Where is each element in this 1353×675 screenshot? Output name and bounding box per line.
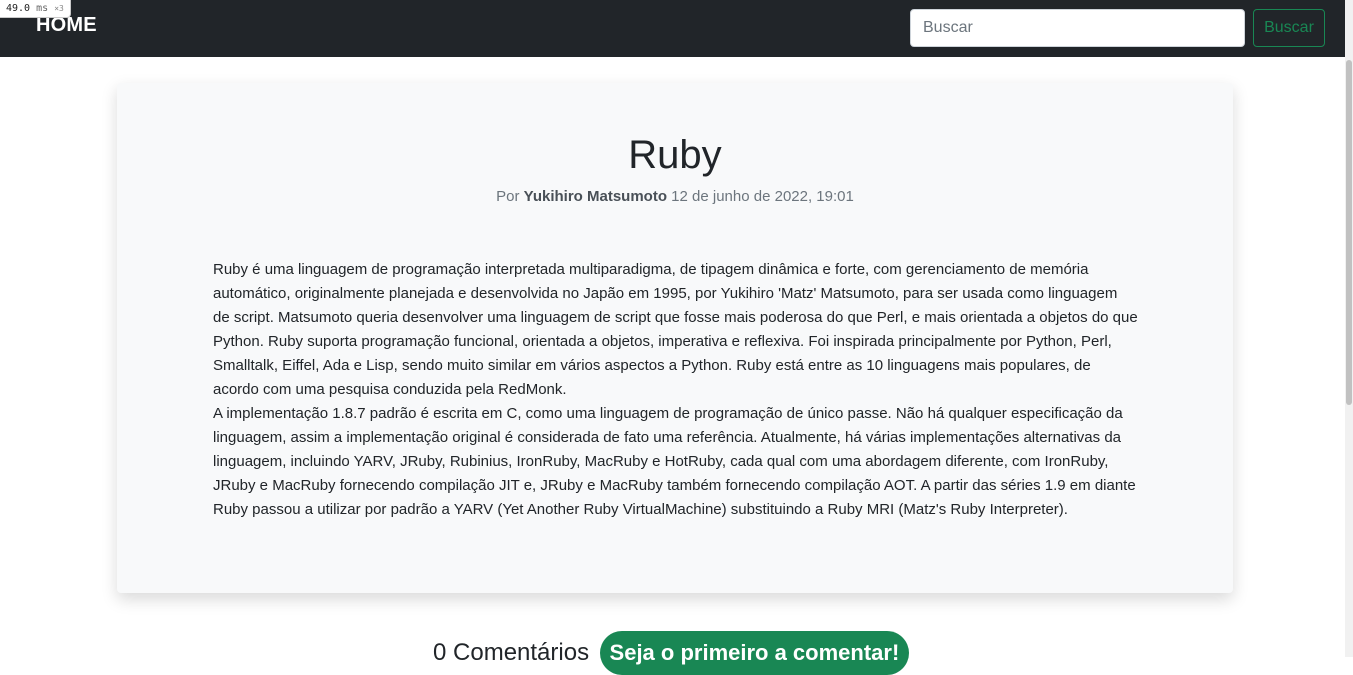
post-date: 12 de junho de 2022, 19:01 bbox=[671, 188, 854, 205]
post-meta: Por Yukihiro Matsumoto 12 de junho de 20… bbox=[117, 187, 1233, 207]
post-by-prefix: Por bbox=[496, 188, 520, 205]
perf-multiplier: ×3 bbox=[54, 4, 64, 13]
search-button[interactable]: Buscar bbox=[1253, 9, 1325, 47]
post-paragraph: Ruby é uma linguagem de programação inte… bbox=[213, 261, 1138, 398]
scrollbar-thumb[interactable] bbox=[1346, 60, 1352, 405]
top-navbar: HOME Buscar bbox=[0, 0, 1345, 57]
post-author: Yukihiro Matsumoto bbox=[523, 188, 667, 205]
perf-unit: ms bbox=[36, 3, 49, 14]
post-title: Ruby bbox=[628, 133, 722, 177]
search-input[interactable] bbox=[910, 9, 1245, 47]
post-body: Ruby é uma linguagem de programação inte… bbox=[213, 258, 1138, 522]
performance-overlay: 49.0 ms ×3 bbox=[0, 0, 71, 18]
first-comment-button[interactable]: Seja o primeiro a comentar! bbox=[599, 631, 910, 675]
comments-header: 0 Comentários Seja o primeiro a comentar… bbox=[433, 631, 910, 675]
perf-value: 49.0 bbox=[6, 3, 31, 14]
post-paragraph: A implementação 1.8.7 padrão é escrita e… bbox=[213, 405, 1136, 518]
vertical-scrollbar[interactable] bbox=[1345, 0, 1353, 657]
post-card: Ruby Por Yukihiro Matsumoto 12 de junho … bbox=[117, 83, 1233, 593]
comments-count: 0 Comentários bbox=[433, 639, 590, 666]
